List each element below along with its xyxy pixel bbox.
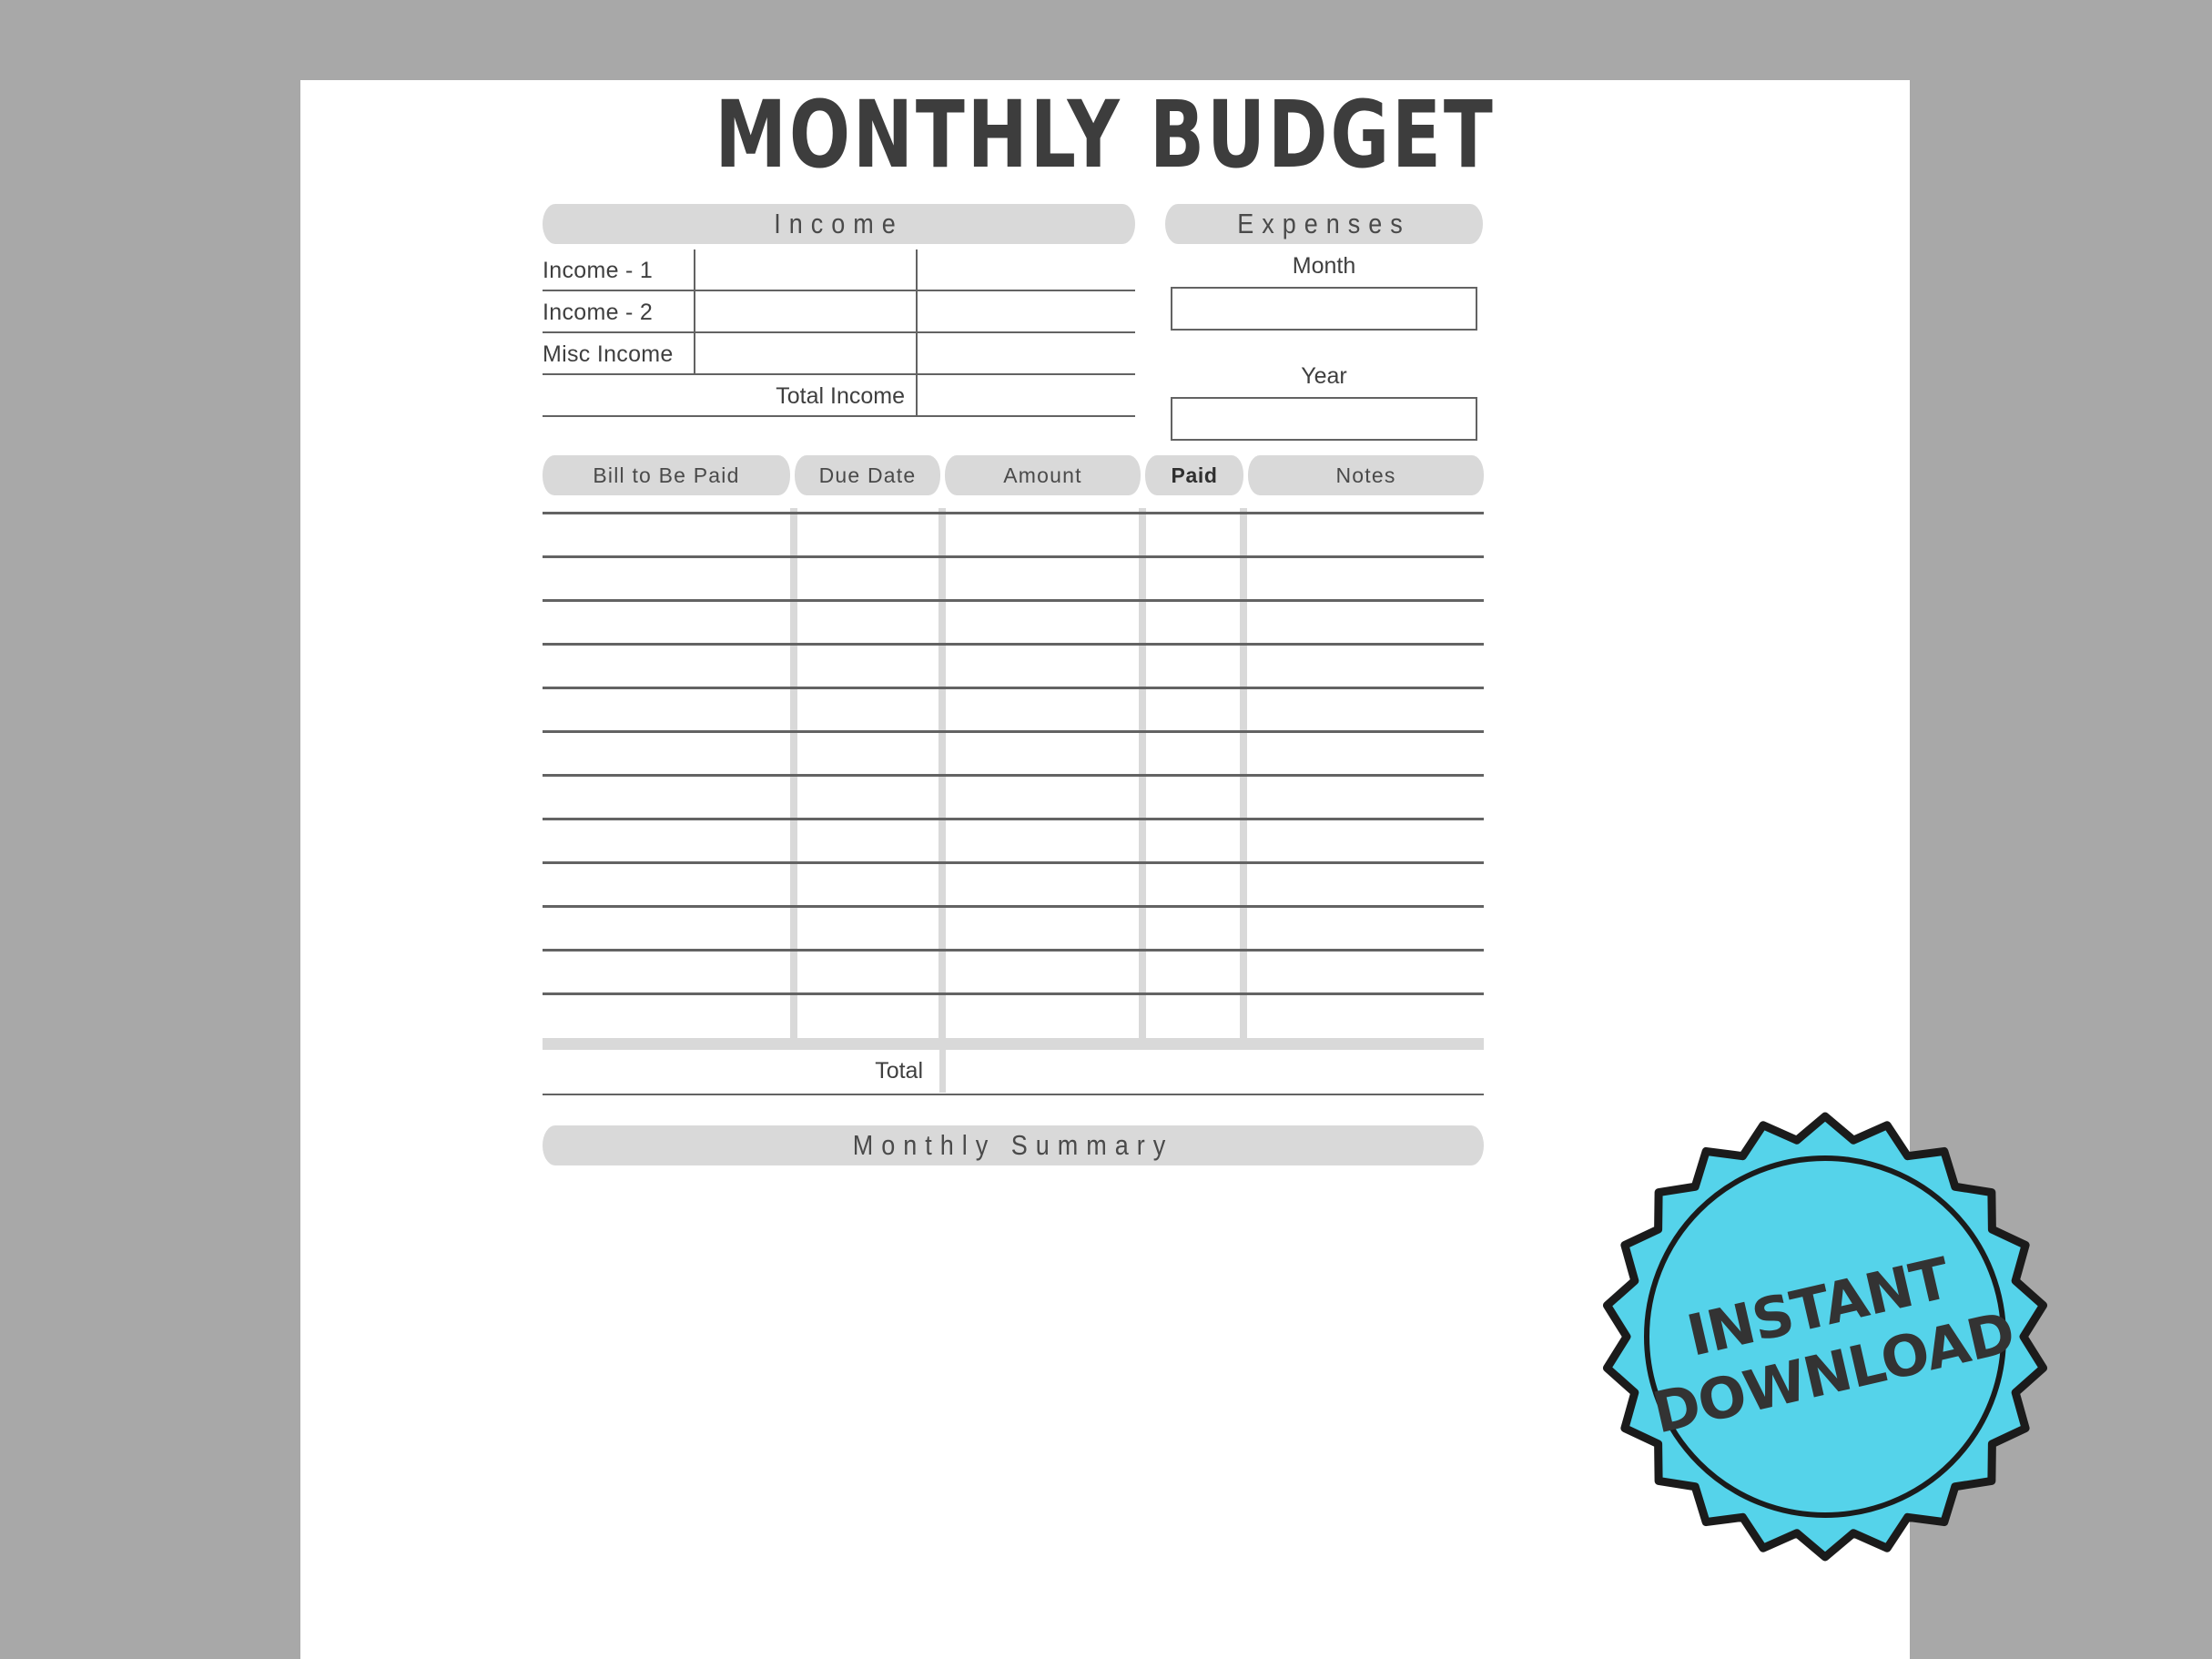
year-field-label: Year (1301, 363, 1347, 389)
monthly-summary-header-label: Monthly Summary (852, 1129, 1174, 1161)
bills-row-rule[interactable] (543, 555, 1484, 558)
income-row[interactable]: Income - 1 (543, 249, 1135, 291)
year-input[interactable] (1171, 397, 1477, 441)
expenses-section-header-label: Expenses (1237, 208, 1411, 239)
income-row[interactable]: Income - 2 (543, 291, 1135, 333)
column-header-label: Due Date (818, 463, 917, 487)
bills-row-rule[interactable] (543, 774, 1484, 777)
income-cell-divider (916, 291, 918, 333)
income-cell-divider (916, 375, 918, 417)
month-input[interactable] (1171, 287, 1477, 331)
column-header-label: Bill to Be Paid (593, 463, 740, 487)
bills-total-divider (939, 1050, 946, 1093)
column-header-bill-to-be-paid: Bill to Be Paid (543, 455, 790, 495)
bills-table-body (543, 508, 1484, 1041)
bills-row-rule[interactable] (543, 861, 1484, 864)
expenses-fields: Month Year (1165, 253, 1483, 473)
income-cell-divider (916, 333, 918, 375)
expenses-section-header: Expenses (1165, 204, 1483, 244)
income-row-label: Misc Income (543, 341, 674, 367)
column-header-amount: Amount (945, 455, 1141, 495)
income-cell-divider (916, 249, 918, 291)
income-section-header: Income (543, 204, 1135, 244)
bills-row-rule[interactable] (543, 643, 1484, 646)
column-header-notes: Notes (1248, 455, 1484, 495)
bills-table-foot-band (543, 1038, 1484, 1050)
income-row[interactable]: Misc Income (543, 333, 1135, 375)
income-row-label: Income - 1 (543, 257, 654, 283)
column-header-label: Amount (1003, 463, 1082, 487)
bills-table-header: Bill to Be Paid Due Date Amount Paid Not… (543, 455, 1484, 495)
page-title: MONTHLY BUDGET (715, 81, 1496, 189)
column-header-paid: Paid (1145, 455, 1243, 495)
bills-total-row[interactable]: Total (543, 1050, 1484, 1095)
income-row-label: Income - 2 (543, 299, 654, 325)
bills-row-rule[interactable] (543, 949, 1484, 952)
month-field-label: Month (1292, 253, 1356, 279)
bills-row-rule[interactable] (543, 730, 1484, 733)
income-cell-divider (694, 249, 695, 291)
income-cell-divider (694, 333, 695, 375)
income-section-header-label: Income (774, 208, 904, 239)
column-header-label: Notes (1335, 463, 1396, 487)
instant-download-badge: INSTANT DOWNLOAD (1598, 1104, 2053, 1570)
column-header-due-date: Due Date (795, 455, 940, 495)
bills-row-rule[interactable] (543, 818, 1484, 820)
bills-row-rule[interactable] (543, 687, 1484, 689)
bills-row-rule[interactable] (543, 512, 1484, 514)
income-total-label: Total Income (776, 382, 905, 409)
income-cell-divider (694, 291, 695, 333)
bills-total-label: Total (875, 1058, 923, 1084)
bills-row-rule[interactable] (543, 905, 1484, 908)
monthly-summary-header: Monthly Summary (543, 1125, 1484, 1165)
column-header-label: Paid (1171, 463, 1218, 487)
bills-row-rule[interactable] (543, 992, 1484, 995)
income-total-row[interactable]: Total Income (543, 375, 1135, 417)
bills-row-rule[interactable] (543, 599, 1484, 602)
income-table: Income - 1 Income - 2 Misc Income Total … (543, 249, 1135, 419)
